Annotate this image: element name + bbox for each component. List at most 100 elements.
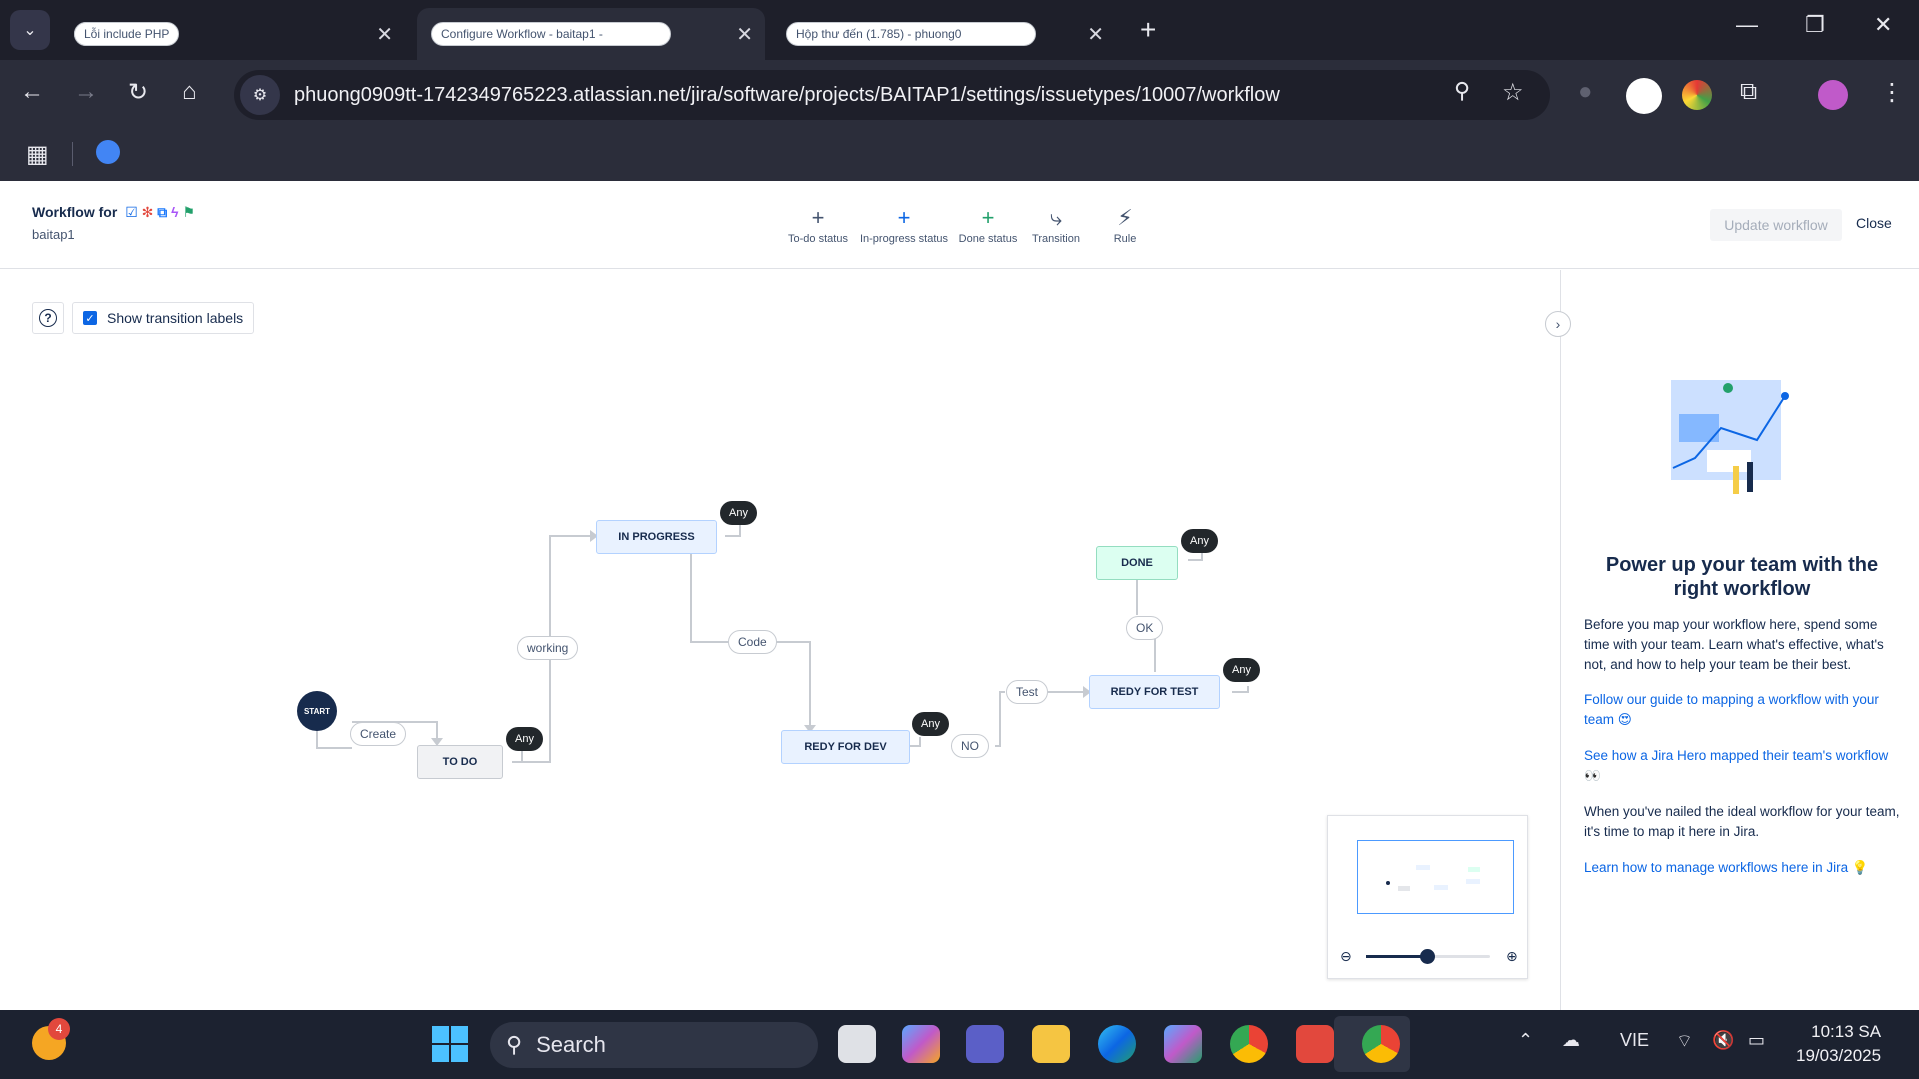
tab-label: Lỗi include PHP xyxy=(74,22,180,46)
chrome-active-icon[interactable] xyxy=(1362,1025,1400,1063)
workflow-title-text: Workflow for xyxy=(32,204,118,220)
line-code-dev xyxy=(775,641,811,727)
zoom-out-icon[interactable]: ⊖ xyxy=(1340,948,1352,965)
any-transition-done[interactable]: Any xyxy=(1181,529,1218,553)
minimize-button[interactable]: — xyxy=(1736,12,1758,38)
line-any-todo xyxy=(512,750,523,763)
file-explorer-icon[interactable] xyxy=(1032,1025,1070,1063)
status-redy-for-dev[interactable]: REDY FOR DEV xyxy=(781,730,910,764)
profile-avatar[interactable] xyxy=(1818,80,1848,110)
tab-bar: ⌄ ✺ Lỗi include PHP ✕ ◢ Configure Workfl… xyxy=(0,0,1919,60)
workflow-header: Workflow for ☑ ✻ ⧉ ϟ ⚑ baitap1 + To-do s… xyxy=(0,181,1919,269)
workflow-canvas[interactable]: ? ✓ Show transition labels START Create … xyxy=(0,270,1560,1010)
search-label: Search xyxy=(536,1032,606,1057)
update-workflow-button[interactable]: Update workflow xyxy=(1710,209,1842,241)
zoom-slider[interactable] xyxy=(1366,949,1490,964)
panel-paragraph: When you've nailed the ideal workflow fo… xyxy=(1584,804,1900,839)
restore-button[interactable]: ❐ xyxy=(1805,12,1825,38)
any-transition-todo[interactable]: Any xyxy=(506,727,543,751)
zoom-slider-handle[interactable] xyxy=(1420,949,1435,964)
back-button[interactable]: ← xyxy=(20,78,44,106)
wifi-icon[interactable]: ⌔ xyxy=(1676,1030,1693,1053)
transition-test[interactable]: Test xyxy=(1006,680,1049,704)
battery-icon[interactable]: ▭ xyxy=(1748,1030,1765,1051)
guide-link[interactable]: Follow our guide to mapping a workflow w… xyxy=(1584,690,1900,730)
close-window-button[interactable]: ✕ xyxy=(1874,12,1892,38)
tab-configure-workflow[interactable]: ◢ Configure Workflow - baitap1 - ✕ xyxy=(417,8,765,60)
home-button[interactable]: ⌂ xyxy=(182,78,197,106)
add-done-status-button[interactable]: + Done status xyxy=(956,203,1020,245)
extension-robot-icon[interactable]: ● xyxy=(1578,78,1593,106)
tab-label: Hộp thư đến (1.785) - phuong0 xyxy=(786,22,1036,46)
transition-create[interactable]: Create xyxy=(350,722,407,746)
reload-button[interactable]: ↻ xyxy=(128,78,148,107)
status-redy-for-test[interactable]: REDY FOR TEST xyxy=(1089,675,1220,709)
transition-ok[interactable]: OK xyxy=(1126,616,1164,640)
line-no-test xyxy=(995,691,1005,747)
site-info-icon[interactable]: ⚙ xyxy=(240,75,280,115)
copilot-icon[interactable] xyxy=(902,1025,940,1063)
tool-label: Transition xyxy=(1032,233,1080,245)
add-todo-status-button[interactable]: + To-do status xyxy=(786,203,850,245)
any-transition-redy-for-dev[interactable]: Any xyxy=(912,712,949,736)
transition-working[interactable]: working xyxy=(517,636,579,660)
add-inprogress-status-button[interactable]: + In-progress status xyxy=(858,203,950,245)
line-working-progress xyxy=(549,535,592,648)
extensions-puzzle-icon[interactable]: ⧉ xyxy=(1740,78,1757,106)
add-rule-button[interactable]: ⚡ Rule xyxy=(1100,203,1150,245)
taskbar: 4 ⚲ Search ⌃ ☁ VIE ⌔ 🔇 ▭ 10:13 SA 19/03/… xyxy=(0,1010,1919,1079)
volume-muted-icon[interactable]: 🔇 xyxy=(1712,1030,1734,1051)
close-icon[interactable]: ✕ xyxy=(1087,22,1104,47)
clock[interactable]: 10:13 SA 19/03/2025 xyxy=(1796,1020,1881,1068)
minimap-start xyxy=(1386,881,1390,885)
manage-workflows-link[interactable]: Learn how to manage workflows here in Ji… xyxy=(1584,858,1900,878)
close-icon[interactable]: ✕ xyxy=(376,22,393,47)
edge-icon[interactable] xyxy=(1098,1025,1136,1063)
status-done[interactable]: DONE xyxy=(1096,546,1178,580)
docs-bookmark-icon[interactable] xyxy=(96,140,120,164)
onedrive-icon[interactable]: ☁ xyxy=(1562,1030,1580,1051)
url-text[interactable]: phuong0909tt-1742349765223.atlassian.net… xyxy=(294,84,1280,107)
wps-icon[interactable] xyxy=(1296,1025,1334,1063)
address-bar[interactable]: ⚙ phuong0909tt-1742349765223.atlassian.n… xyxy=(234,70,1550,120)
close-button[interactable]: Close xyxy=(1856,215,1892,231)
apps-grid-icon[interactable]: ▦ xyxy=(26,140,49,169)
taskbar-search[interactable]: ⚲ Search xyxy=(490,1022,818,1068)
chevron-up-icon[interactable]: ⌃ xyxy=(1518,1030,1533,1051)
extension-color-icon[interactable] xyxy=(1682,80,1712,110)
menu-kebab-icon[interactable]: ⋮ xyxy=(1880,78,1904,107)
windows-start-icon[interactable] xyxy=(432,1026,468,1062)
workflow-illustration xyxy=(1671,380,1789,494)
tab-gmail[interactable]: M Hộp thư đến (1.785) - phuong0 ✕ xyxy=(772,8,1116,60)
start-node[interactable]: START xyxy=(297,691,337,731)
task-view-icon[interactable] xyxy=(838,1025,876,1063)
tab-search-button[interactable]: ⌄ xyxy=(10,10,50,50)
line-any-test xyxy=(1232,686,1249,693)
minimap[interactable]: ⊖ ⊕ xyxy=(1327,815,1528,979)
teams-icon[interactable] xyxy=(966,1025,1004,1063)
add-transition-button[interactable]: ⤷ Transition xyxy=(1026,203,1086,245)
close-icon[interactable]: ✕ xyxy=(736,22,753,47)
panel-title: Power up your team with the right workfl… xyxy=(1605,554,1879,600)
minimap-viewport[interactable] xyxy=(1357,840,1514,914)
jira-hero-link[interactable]: See how a Jira Hero mapped their team's … xyxy=(1584,746,1900,786)
bug-icon: ✻ xyxy=(141,204,154,220)
extension-icon[interactable] xyxy=(1626,78,1662,114)
tab-php[interactable]: ✺ Lỗi include PHP ✕ xyxy=(60,8,405,60)
new-tab-button[interactable]: + xyxy=(1140,14,1156,46)
transition-code[interactable]: Code xyxy=(728,630,777,654)
any-transition-in-progress[interactable]: Any xyxy=(720,501,757,525)
zoom-icon[interactable]: ⚲ xyxy=(1454,78,1470,104)
minimap-progress xyxy=(1416,865,1430,870)
bookmark-star-icon[interactable]: ☆ xyxy=(1502,78,1524,107)
chrome-icon[interactable] xyxy=(1230,1025,1268,1063)
status-in-progress[interactable]: IN PROGRESS xyxy=(596,520,717,554)
status-todo[interactable]: TO DO xyxy=(417,745,503,779)
zoom-in-icon[interactable]: ⊕ xyxy=(1506,948,1518,965)
transition-no[interactable]: NO xyxy=(951,734,989,758)
collapse-panel-button[interactable]: › xyxy=(1545,311,1571,337)
any-transition-redy-for-test[interactable]: Any xyxy=(1223,658,1260,682)
language-indicator[interactable]: VIE xyxy=(1620,1030,1649,1051)
forward-button[interactable]: → xyxy=(74,78,98,106)
m365-icon[interactable] xyxy=(1164,1025,1202,1063)
